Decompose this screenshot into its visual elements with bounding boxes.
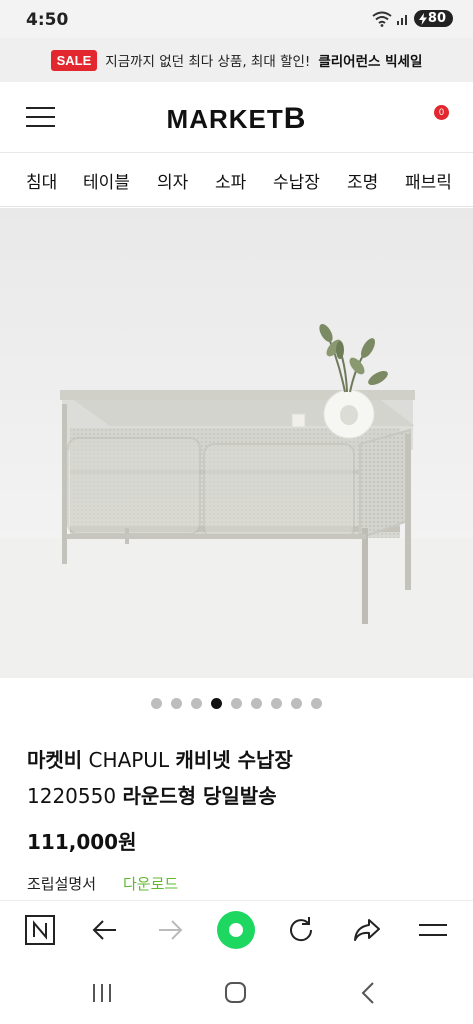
product-title-line2: 1220550 라운드형 당일발송 [27,780,277,809]
back-arrow-icon[interactable] [88,913,122,947]
product-code: 1220550 [27,784,123,808]
logo[interactable]: MARKETB [0,102,473,136]
menu-icon[interactable] [416,913,450,947]
product-price: 111,000원 [27,830,137,854]
category-bed[interactable]: 침대 [26,168,57,193]
carousel-dot[interactable] [311,698,322,709]
promo-text: 지금까지 없던 최다 상품, 최대 할인! [105,54,311,70]
signal-icon [396,14,407,25]
home-icon[interactable] [221,978,251,1008]
share-icon[interactable] [350,913,384,947]
category-storage[interactable]: 수납장 [273,168,320,193]
category-chair[interactable]: 의자 [157,168,188,193]
battery-indicator: 80 [413,10,453,27]
promo-banner[interactable]: SALE 지금까지 없던 최다 상품, 최대 할인! 클리어런스 빅세일 [0,38,473,82]
product-model: CHAPUL [82,748,176,772]
category-sofa[interactable]: 소파 [215,168,246,193]
logo-letter: B [283,102,307,135]
wifi-icon [372,11,392,27]
recent-apps-icon[interactable] [88,978,118,1008]
logo-text: MARKET [166,104,284,134]
product-type: 캐비넷 수납장 [175,748,293,772]
category-table[interactable]: 테이블 [83,168,130,193]
status-time: 4:50 [26,10,69,30]
battery-level: 80 [427,11,446,26]
category-nav: 침대 테이블 의자 소파 수납장 조명 패브릭 [0,152,473,207]
carousel-dot[interactable] [211,698,222,709]
site-header: MARKETB 0 [0,82,473,152]
category-fabric[interactable]: 패브릭 [405,168,452,193]
android-nav-bar [0,958,473,1024]
back-icon[interactable] [354,978,384,1008]
carousel-dot[interactable] [251,698,262,709]
assembly-manual-label: 조립설명서 [27,875,97,893]
carousel-dot[interactable] [231,698,242,709]
carousel-dot[interactable] [191,698,202,709]
category-lighting[interactable]: 조명 [347,168,378,193]
carousel-dot[interactable] [171,698,182,709]
promo-highlight: 클리어런스 빅세일 [318,54,423,70]
shopping-bag-icon[interactable]: 0 [421,104,451,132]
manual-download-link[interactable]: 다운로드 [123,873,178,894]
carousel-dot[interactable] [271,698,282,709]
carousel-dot[interactable] [291,698,302,709]
product-photo [0,208,473,678]
status-bar: 4:50 80 [0,0,473,38]
status-icons: 80 [372,10,453,27]
product-title-line1: 마켓비 CHAPUL 캐비넷 수납장 [27,744,293,773]
sale-badge: SALE [50,49,98,71]
browser-toolbar [0,900,473,958]
product-image[interactable] [0,208,473,678]
carousel-dot[interactable] [151,698,162,709]
forward-arrow-icon[interactable] [153,913,187,947]
cart-count-badge: 0 [434,105,449,120]
product-brand: 마켓비 [27,748,83,772]
naver-n-icon[interactable] [23,913,57,947]
charging-bolt-icon [418,12,427,25]
product-variant: 라운드형 당일발송 [122,784,277,808]
home-green-circle-icon[interactable] [216,910,256,950]
carousel-dots [0,698,473,710]
reload-icon[interactable] [284,913,318,947]
